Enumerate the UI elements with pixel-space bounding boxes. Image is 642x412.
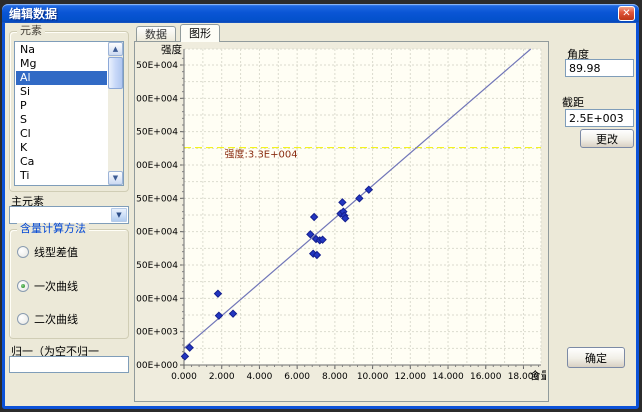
scrollbar-down-icon[interactable]: ▼: [108, 171, 123, 185]
desktop: { "window": { "title": "编辑数据", "close_gl…: [0, 0, 642, 412]
element-list-item[interactable]: Al: [16, 71, 107, 85]
x-tick-label: 14.000: [432, 372, 464, 382]
x-tick-label: 0.000: [171, 372, 197, 382]
method-radio-row[interactable]: 线型差值: [17, 245, 78, 259]
element-list-item[interactable]: K: [16, 141, 107, 155]
method-group-label: 含量计算方法: [17, 223, 89, 235]
element-list-item[interactable]: Na: [16, 43, 107, 57]
y-tick-label: 4.00E+004: [136, 94, 178, 104]
y-tick-label: 2.00E+004: [136, 228, 178, 238]
method-radio-label: 二次曲线: [34, 311, 78, 327]
edit-data-dialog: 编辑数据 ✕ 元素 NaMgAlSiPSClKCaTi ▲ ▼ 主元素 ▼ 含量…: [2, 4, 639, 409]
radio-selected-icon[interactable]: [17, 280, 29, 292]
x-tick-label: 2.000: [209, 372, 235, 382]
angle-input[interactable]: [565, 59, 634, 77]
method-radio-label: 线型差值: [34, 244, 78, 260]
intercept-label: 截距: [562, 94, 584, 110]
window-title: 编辑数据: [2, 5, 57, 22]
intercept-input[interactable]: [565, 109, 634, 127]
calibration-chart[interactable]: 强度:3.3E+004 0.000 2.000 4.000 6.000 8.000 10.0…: [136, 43, 546, 400]
x-tick-label: 16.000: [470, 372, 502, 382]
marker-line-label: 强度:3.3E+004: [225, 148, 298, 161]
close-icon[interactable]: ✕: [618, 6, 635, 21]
change-button[interactable]: 更改: [580, 129, 634, 148]
y-tick-label: 3.50E+004: [136, 128, 178, 138]
element-list-item[interactable]: Mg: [16, 57, 107, 71]
element-list-item[interactable]: S: [16, 113, 107, 127]
title-bar[interactable]: 编辑数据 ✕: [2, 4, 639, 23]
y-tick-label: 5.00E+003: [136, 328, 178, 338]
dialog-body: 元素 NaMgAlSiPSClKCaTi ▲ ▼ 主元素 ▼ 含量计算方法 线型…: [2, 23, 639, 409]
chevron-down-icon[interactable]: ▼: [111, 208, 127, 222]
normalize-input[interactable]: [9, 356, 129, 373]
x-tick-label: 12.000: [395, 372, 427, 382]
x-axis-title: 含量: [530, 369, 546, 382]
ok-button[interactable]: 确定: [567, 347, 625, 368]
x-tick-label: 4.000: [247, 372, 273, 382]
y-tick-label: 3.00E+004: [136, 161, 178, 171]
element-group-label: 元素: [17, 25, 45, 37]
plot-area[interactable]: [184, 49, 541, 365]
tab-active[interactable]: 图形: [180, 24, 220, 42]
element-list[interactable]: NaMgAlSiPSClKCaTi ▲ ▼: [14, 41, 124, 186]
method-radio-row[interactable]: 一次曲线: [17, 279, 78, 293]
radio-icon[interactable]: [17, 313, 29, 325]
y-tick-label: 0.00E+000: [136, 361, 178, 371]
scrollbar-up-icon[interactable]: ▲: [108, 42, 123, 56]
radio-icon[interactable]: [17, 246, 29, 258]
method-radio-row[interactable]: 二次曲线: [17, 312, 78, 326]
tab-inactive[interactable]: 数据: [136, 26, 176, 42]
chart-tab-page: 强度:3.3E+004 0.000 2.000 4.000 6.000 8.000 10.0…: [134, 41, 549, 402]
y-axis-title: 强度: [161, 43, 182, 56]
x-tick-label: 8.000: [322, 372, 348, 382]
element-list-item[interactable]: P: [16, 99, 107, 113]
y-tick-label: 2.50E+004: [136, 194, 178, 204]
element-list-scrollbar[interactable]: ▲ ▼: [108, 42, 123, 185]
element-list-item[interactable]: Ca: [16, 155, 107, 169]
element-list-item[interactable]: Cl: [16, 127, 107, 141]
element-list-item[interactable]: Ti: [16, 169, 107, 183]
y-tick-label: 1.00E+004: [136, 294, 178, 304]
scrollbar-thumb[interactable]: [108, 57, 123, 89]
y-tick-label: 4.50E+004: [136, 61, 178, 71]
x-tick-label: 10.000: [357, 372, 389, 382]
x-tick-label: 6.000: [284, 372, 310, 382]
method-radio-label: 一次曲线: [34, 278, 78, 294]
element-list-items: NaMgAlSiPSClKCaTi: [16, 43, 107, 184]
element-list-item[interactable]: Si: [16, 85, 107, 99]
y-tick-label: 1.50E+004: [136, 261, 178, 271]
